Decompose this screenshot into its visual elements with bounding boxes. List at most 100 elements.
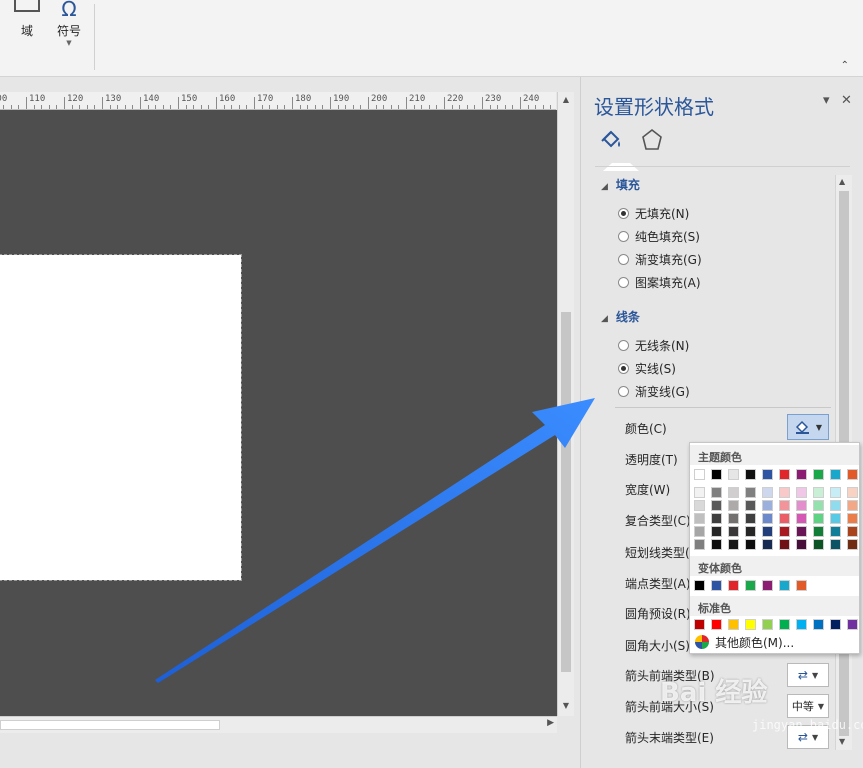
tab-effects[interactable] xyxy=(639,127,665,153)
arrow-begin-type-dropdown[interactable]: ⇄ ▼ xyxy=(787,663,829,687)
canvas-vertical-scrollbar[interactable]: ▲ ▼ xyxy=(557,92,574,716)
theme-shade-swatch[interactable] xyxy=(796,526,807,537)
symbol-button[interactable]: Ω 符号 ▼ xyxy=(52,0,86,47)
theme-shade-swatch[interactable] xyxy=(762,513,773,524)
theme-shade-swatch[interactable] xyxy=(745,513,756,524)
theme-color-swatch[interactable] xyxy=(847,469,858,480)
theme-color-swatch[interactable] xyxy=(779,469,790,480)
panel-scroll-up-icon[interactable]: ▲ xyxy=(839,177,845,186)
theme-shade-swatch[interactable] xyxy=(694,526,705,537)
theme-shade-swatch[interactable] xyxy=(830,513,841,524)
theme-color-swatch[interactable] xyxy=(813,469,824,480)
theme-shade-swatch[interactable] xyxy=(779,526,790,537)
theme-shade-swatch[interactable] xyxy=(813,500,824,511)
standard-color-swatch[interactable] xyxy=(813,619,824,630)
line-color-button[interactable]: ▼ xyxy=(787,414,829,440)
variant-color-swatch[interactable] xyxy=(711,580,722,591)
variant-color-swatch[interactable] xyxy=(779,580,790,591)
theme-shade-swatch[interactable] xyxy=(694,500,705,511)
theme-shade-swatch[interactable] xyxy=(745,487,756,498)
theme-shade-swatch[interactable] xyxy=(830,487,841,498)
section-line[interactable]: ◢ 线条 xyxy=(601,308,640,325)
tab-fill-line[interactable] xyxy=(599,127,639,171)
theme-shade-swatch[interactable] xyxy=(694,487,705,498)
scroll-right-icon[interactable]: ▶ xyxy=(547,718,554,728)
theme-shade-swatch[interactable] xyxy=(745,500,756,511)
theme-shade-swatch[interactable] xyxy=(762,500,773,511)
theme-shade-swatch[interactable] xyxy=(847,487,858,498)
theme-shade-swatch[interactable] xyxy=(813,513,824,524)
theme-shade-swatch[interactable] xyxy=(711,526,722,537)
collapse-ribbon-icon[interactable]: ⌃ xyxy=(841,60,849,71)
field-button[interactable]: 域 xyxy=(12,0,42,39)
theme-color-swatch[interactable] xyxy=(830,469,841,480)
theme-shade-swatch[interactable] xyxy=(779,513,790,524)
theme-color-swatch[interactable] xyxy=(796,469,807,480)
standard-color-swatch[interactable] xyxy=(762,619,773,630)
theme-shade-swatch[interactable] xyxy=(711,513,722,524)
theme-shade-swatch[interactable] xyxy=(813,526,824,537)
theme-shade-swatch[interactable] xyxy=(830,526,841,537)
variant-color-swatch[interactable] xyxy=(745,580,756,591)
theme-shade-swatch[interactable] xyxy=(847,500,858,511)
variant-color-swatch[interactable] xyxy=(762,580,773,591)
radio-solid-fill[interactable]: 纯色填充(S) xyxy=(618,228,700,245)
variant-color-swatch[interactable] xyxy=(796,580,807,591)
standard-color-swatch[interactable] xyxy=(847,619,858,630)
radio-no-fill[interactable]: 无填充(N) xyxy=(618,205,689,222)
theme-shade-swatch[interactable] xyxy=(779,500,790,511)
canvas-horizontal-scrollbar[interactable]: ▶ xyxy=(0,716,557,733)
theme-shade-swatch[interactable] xyxy=(813,539,824,550)
standard-color-swatch[interactable] xyxy=(796,619,807,630)
theme-color-swatch[interactable] xyxy=(711,469,722,480)
arrow-begin-size-dropdown[interactable]: 中等 ▼ xyxy=(787,694,829,718)
theme-shade-swatch[interactable] xyxy=(762,526,773,537)
theme-shade-swatch[interactable] xyxy=(779,487,790,498)
theme-shade-swatch[interactable] xyxy=(694,513,705,524)
standard-color-swatch[interactable] xyxy=(745,619,756,630)
standard-color-swatch[interactable] xyxy=(711,619,722,630)
theme-shade-swatch[interactable] xyxy=(711,500,722,511)
radio-pattern-fill[interactable]: 图案填充(A) xyxy=(618,274,701,291)
scroll-thumb[interactable] xyxy=(561,312,571,672)
theme-shade-swatch[interactable] xyxy=(830,500,841,511)
theme-shade-swatch[interactable] xyxy=(847,539,858,550)
theme-shade-swatch[interactable] xyxy=(796,500,807,511)
theme-color-swatch[interactable] xyxy=(728,469,739,480)
theme-shade-swatch[interactable] xyxy=(796,513,807,524)
drawing-canvas[interactable] xyxy=(0,110,557,716)
panel-options-icon[interactable]: ▾ xyxy=(823,93,830,108)
theme-shade-swatch[interactable] xyxy=(728,487,739,498)
more-colors-item[interactable]: 其他颜色(M)... xyxy=(692,633,857,651)
scroll-up-icon[interactable]: ▲ xyxy=(560,94,572,106)
standard-color-swatch[interactable] xyxy=(728,619,739,630)
theme-shade-swatch[interactable] xyxy=(745,526,756,537)
standard-color-swatch[interactable] xyxy=(694,619,705,630)
theme-shade-swatch[interactable] xyxy=(779,539,790,550)
theme-shade-swatch[interactable] xyxy=(847,513,858,524)
radio-solid-line[interactable]: 实线(S) xyxy=(618,360,676,377)
panel-close-icon[interactable]: ✕ xyxy=(841,93,852,108)
theme-color-swatch[interactable] xyxy=(745,469,756,480)
theme-shade-swatch[interactable] xyxy=(728,513,739,524)
panel-scroll-down-icon[interactable]: ▼ xyxy=(839,737,845,746)
theme-shade-swatch[interactable] xyxy=(728,539,739,550)
section-fill[interactable]: ◢ 填充 xyxy=(601,176,640,193)
standard-color-swatch[interactable] xyxy=(830,619,841,630)
theme-shade-swatch[interactable] xyxy=(728,526,739,537)
theme-shade-swatch[interactable] xyxy=(762,539,773,550)
theme-color-swatch[interactable] xyxy=(762,469,773,480)
theme-shade-swatch[interactable] xyxy=(796,487,807,498)
radio-gradient-line[interactable]: 渐变线(G) xyxy=(618,383,690,400)
theme-shade-swatch[interactable] xyxy=(711,539,722,550)
radio-no-line[interactable]: 无线条(N) xyxy=(618,337,689,354)
theme-shade-swatch[interactable] xyxy=(813,487,824,498)
theme-shade-swatch[interactable] xyxy=(762,487,773,498)
scroll-down-icon[interactable]: ▼ xyxy=(560,700,572,712)
theme-shade-swatch[interactable] xyxy=(711,487,722,498)
theme-shade-swatch[interactable] xyxy=(830,539,841,550)
theme-shade-swatch[interactable] xyxy=(796,539,807,550)
hscroll-thumb[interactable] xyxy=(0,720,220,730)
theme-shade-swatch[interactable] xyxy=(728,500,739,511)
radio-gradient-fill[interactable]: 渐变填充(G) xyxy=(618,251,702,268)
